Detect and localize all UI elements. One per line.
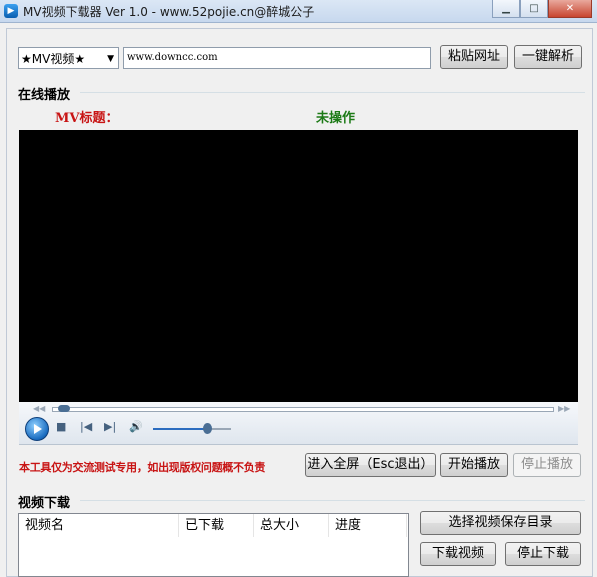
divider — [80, 92, 585, 93]
disclaimer-text: 本工具仅为交流测试专用，如出现版权问题概不负责 — [19, 461, 266, 474]
fullscreen-button[interactable]: 进入全屏（Esc退出） — [305, 453, 436, 477]
paste-url-button[interactable]: 粘贴网址 — [440, 45, 508, 69]
maximize-button[interactable]: □ — [520, 0, 548, 18]
title-bar: ▶ MV视频下载器 Ver 1.0 - www.52pojie.cn@醉城公子 … — [0, 0, 597, 23]
source-select-value: ★MV视频★ — [21, 52, 86, 66]
online-section-label: 在线播放 — [18, 88, 71, 103]
video-area[interactable] — [19, 130, 578, 402]
play-button[interactable]: 开始播放 — [440, 453, 508, 477]
close-button[interactable]: ✕ — [548, 0, 592, 18]
stop-download-button[interactable]: 停止下载 — [505, 542, 581, 566]
download-list[interactable]: 视频名 已下载 总大小 进度 — [18, 513, 409, 577]
stop-icon[interactable]: ■ — [56, 420, 66, 433]
play-icon[interactable] — [25, 417, 49, 441]
previous-icon[interactable]: |◀ — [80, 420, 92, 433]
volume-icon[interactable]: 🔊 — [129, 420, 143, 433]
url-input[interactable]: www.downcc.com — [123, 47, 431, 69]
app-icon: ▶ — [4, 4, 18, 18]
minimize-button[interactable]: ▁ — [492, 0, 520, 18]
column-header-progress[interactable]: 进度 — [329, 514, 407, 537]
forward-icon[interactable]: ▶▶ — [558, 404, 570, 413]
download-section-label: 视频下载 — [18, 496, 71, 511]
stop-play-button[interactable]: 停止播放 — [513, 453, 581, 477]
choose-dir-button[interactable]: 选择视频保存目录 — [420, 511, 581, 535]
status-text: 未操作 — [316, 111, 356, 126]
seek-knob[interactable] — [58, 405, 70, 412]
window-title: MV视频下载器 Ver 1.0 - www.52pojie.cn@醉城公子 — [23, 5, 315, 19]
source-select[interactable]: ★MV视频★ ▼ — [18, 47, 119, 69]
column-header-downloaded[interactable]: 已下载 — [179, 514, 254, 537]
column-header-total[interactable]: 总大小 — [254, 514, 329, 537]
volume-bar[interactable] — [153, 428, 208, 430]
download-button[interactable]: 下载视频 — [420, 542, 496, 566]
chevron-down-icon: ▼ — [107, 54, 114, 64]
mv-title-label: MV标题： — [55, 111, 119, 126]
volume-knob[interactable] — [202, 423, 212, 434]
rewind-icon[interactable]: ◀◀ — [33, 404, 45, 413]
next-icon[interactable]: ▶| — [104, 420, 116, 433]
column-header-name[interactable]: 视频名 — [19, 514, 179, 537]
divider — [80, 500, 585, 501]
parse-button[interactable]: 一键解析 — [514, 45, 582, 69]
window-controls: ▁ □ ✕ — [492, 0, 592, 18]
player-controls: ◀◀ ▶▶ ■ |◀ ▶| 🔊 — [19, 402, 578, 445]
seek-bar[interactable] — [52, 407, 554, 412]
